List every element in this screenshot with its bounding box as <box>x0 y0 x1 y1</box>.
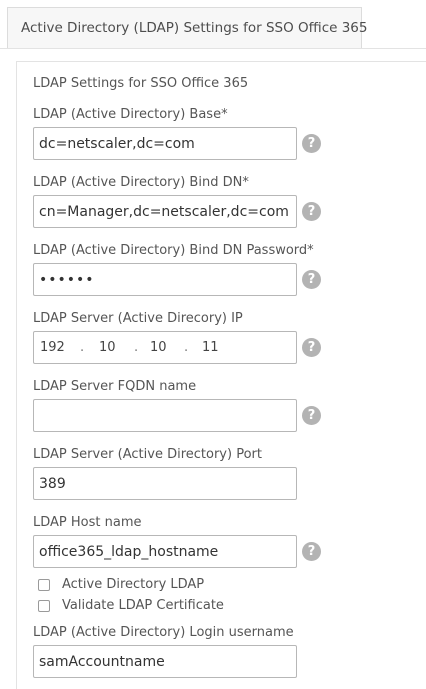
ip-octet-4[interactable]: 11 <box>202 340 219 355</box>
ip-dot: . <box>80 340 85 355</box>
server-fqdn-input[interactable] <box>33 399 297 432</box>
host-name-input[interactable] <box>33 535 297 568</box>
validate-certificate-checkbox[interactable] <box>38 600 50 612</box>
bind-dn-label: LDAP (Active Directory) Bind DN* <box>33 175 249 190</box>
server-fqdn-label: LDAP Server FQDN name <box>33 379 197 394</box>
server-port-label: LDAP Server (Active Directory) Port <box>33 447 262 462</box>
help-icon[interactable]: ? <box>302 134 321 153</box>
server-ip-input[interactable]: 192 . 10 . 10 . 11 <box>33 331 297 364</box>
server-port-input[interactable] <box>33 467 297 500</box>
help-icon[interactable]: ? <box>302 202 321 221</box>
validate-certificate-label: Validate LDAP Certificate <box>62 598 224 613</box>
ip-octet-1[interactable]: 192 <box>40 340 65 355</box>
help-icon[interactable]: ? <box>302 270 321 289</box>
ip-octet-2[interactable]: 10 <box>99 340 116 355</box>
server-ip-label: LDAP Server (Active Direcory) IP <box>33 311 243 326</box>
bind-dn-password-label: LDAP (Active Directory) Bind DN Password… <box>33 243 314 258</box>
host-name-label: LDAP Host name <box>33 515 142 530</box>
help-icon[interactable]: ? <box>302 542 321 561</box>
ip-octet-3[interactable]: 10 <box>150 340 167 355</box>
section-title: LDAP Settings for SSO Office 365 <box>33 76 249 91</box>
ip-dot: . <box>134 340 139 355</box>
login-username-input[interactable] <box>33 645 297 678</box>
tab-ldap-settings[interactable]: Active Directory (LDAP) Settings for SSO… <box>7 7 367 48</box>
ldap-base-label: LDAP (Active Directory) Base* <box>33 107 228 122</box>
tab-bar: Active Directory (LDAP) Settings for SSO… <box>0 0 426 49</box>
active-directory-ldap-label: Active Directory LDAP <box>62 577 205 592</box>
help-icon[interactable]: ? <box>302 406 321 425</box>
bind-dn-input[interactable] <box>33 195 297 228</box>
login-username-label: LDAP (Active Directory) Login username <box>33 625 294 640</box>
ip-dot: . <box>184 340 189 355</box>
bind-dn-password-input[interactable] <box>33 263 297 296</box>
ldap-base-input[interactable] <box>33 127 297 160</box>
help-icon[interactable]: ? <box>302 338 321 357</box>
active-directory-ldap-checkbox[interactable] <box>38 579 50 591</box>
